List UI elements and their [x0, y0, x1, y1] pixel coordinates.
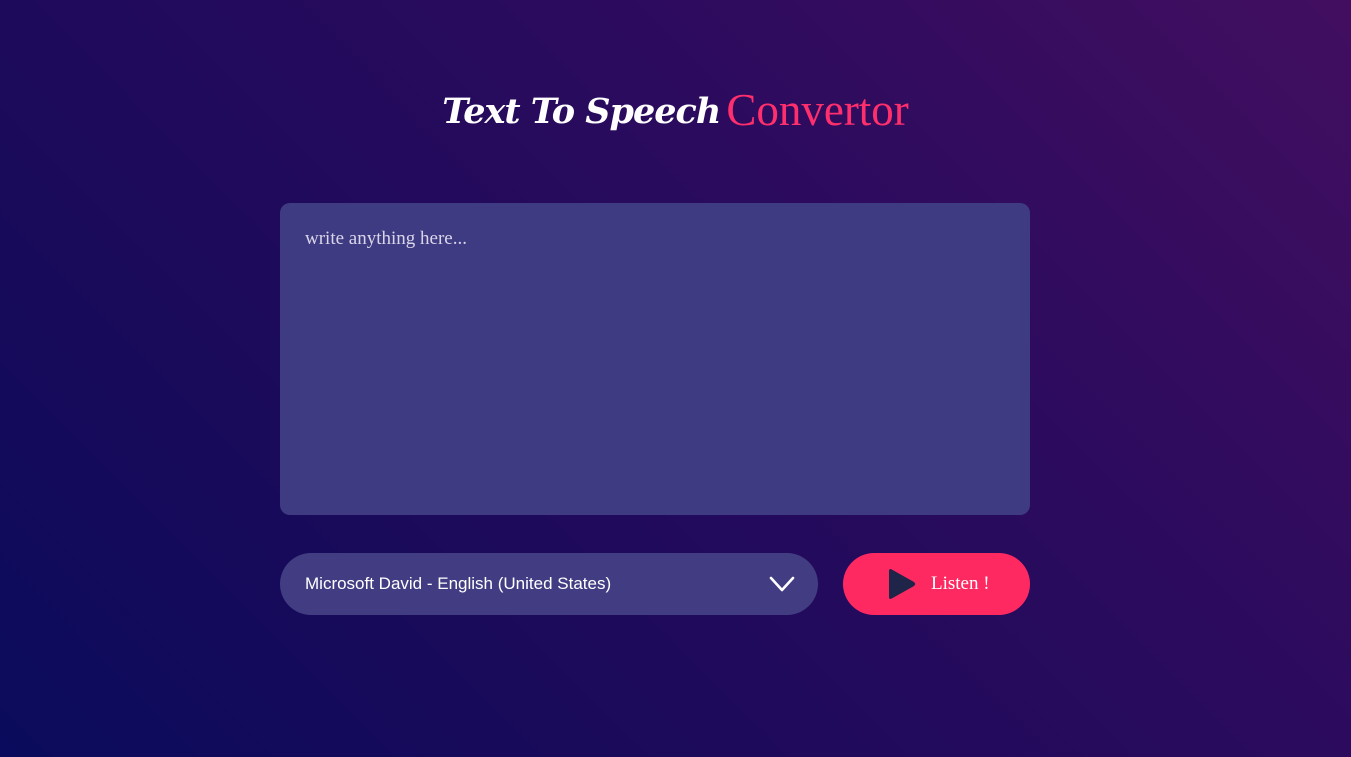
listen-button[interactable]: Listen !	[843, 553, 1030, 615]
speech-text-input[interactable]	[280, 203, 1030, 515]
page-title: Text To Speech Convertor	[0, 84, 1351, 136]
voice-select-value: Microsoft David - English (United States…	[305, 574, 612, 593]
title-accent-text: Convertor	[726, 85, 909, 135]
chevron-down-icon	[769, 574, 795, 594]
play-icon	[885, 567, 917, 601]
listen-label: Listen !	[931, 573, 990, 594]
voice-select[interactable]: Microsoft David - English (United States…	[280, 553, 818, 615]
title-main-text: Text To Speech	[442, 91, 721, 132]
